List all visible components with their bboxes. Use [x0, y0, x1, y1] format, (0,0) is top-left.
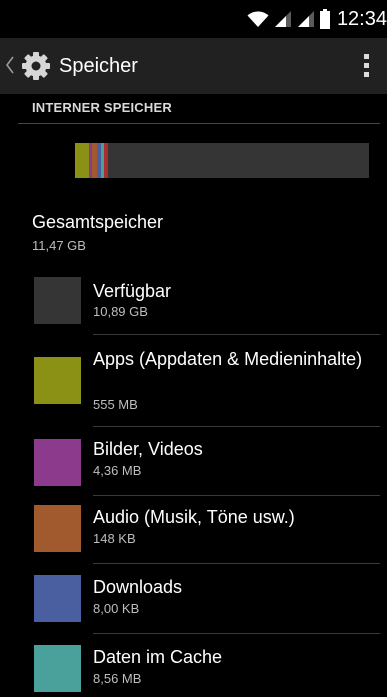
up-navigation-button[interactable]: Speicher	[0, 38, 150, 94]
storage-item-value: 8,56 MB	[93, 671, 142, 686]
storage-item-value: 8,00 KB	[93, 601, 140, 616]
divider	[93, 334, 380, 335]
color-swatch	[34, 645, 81, 692]
storage-item-value: 555 MB	[93, 397, 138, 412]
storage-item-value: 148 KB	[93, 531, 136, 546]
storage-item-apps[interactable]: Apps (Appdaten & Medieninhalte) 555 MB	[0, 336, 387, 428]
divider	[93, 563, 380, 564]
usage-segment-apps	[75, 143, 89, 178]
storage-item-available[interactable]: Verfügbar 10,89 GB	[0, 266, 387, 336]
storage-usage-bar	[75, 143, 369, 178]
color-swatch	[34, 357, 81, 404]
storage-content: INTERNER SPEICHER Gesamtspeicher 11,47 G…	[0, 94, 387, 697]
total-storage-title: Gesamtspeicher	[32, 212, 164, 232]
divider	[93, 426, 380, 427]
storage-item-value: 4,36 MB	[93, 463, 142, 478]
overflow-menu-icon[interactable]	[359, 50, 375, 82]
storage-item-value: 10,89 GB	[93, 304, 148, 319]
total-storage-row: Gesamtspeicher 11,47 GB	[0, 200, 387, 260]
settings-gear-icon	[20, 50, 52, 87]
divider	[93, 495, 380, 496]
storage-item-label: Verfügbar	[93, 281, 172, 301]
chevron-left-icon	[6, 56, 14, 79]
total-storage-value: 11,47 GB	[32, 238, 86, 253]
signal-icon	[274, 10, 292, 28]
status-bar: 12:34	[0, 0, 387, 38]
storage-item-label: Apps (Appdaten & Medieninhalte)	[93, 349, 363, 369]
wifi-icon	[247, 10, 269, 28]
storage-item-label: Bilder, Videos	[93, 439, 203, 459]
storage-item-label: Audio (Musik, Töne usw.)	[93, 507, 295, 527]
color-swatch	[34, 439, 81, 486]
section-header: INTERNER SPEICHER	[32, 100, 172, 115]
divider	[93, 633, 380, 634]
storage-item-images-videos[interactable]: Bilder, Videos 4,36 MB	[0, 428, 387, 498]
storage-item-label: Downloads	[93, 577, 183, 597]
battery-icon	[319, 9, 330, 29]
color-swatch	[34, 505, 81, 552]
usage-segment-misc	[104, 143, 108, 178]
signal-icon	[297, 10, 315, 28]
action-bar: Speicher	[0, 38, 387, 94]
storage-item-audio[interactable]: Audio (Musik, Töne usw.) 148 KB	[0, 498, 387, 568]
color-swatch	[34, 277, 81, 324]
status-icons: 12:34	[247, 0, 387, 38]
page-title: Speicher	[59, 55, 138, 77]
section-divider	[18, 123, 380, 124]
storage-item-cached-data[interactable]: Daten im Cache 8,56 MB	[0, 638, 387, 697]
color-swatch	[34, 575, 81, 622]
status-time: 12:34	[336, 8, 387, 30]
storage-item-label: Daten im Cache	[93, 647, 223, 667]
storage-item-downloads[interactable]: Downloads 8,00 KB	[0, 568, 387, 638]
